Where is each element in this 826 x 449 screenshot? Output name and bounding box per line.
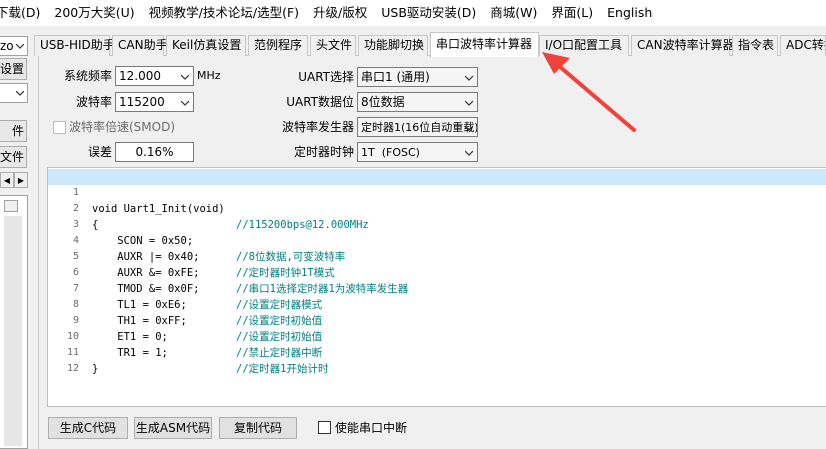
tab-can-baud-calc[interactable]: CAN波特率计算器 (631, 35, 735, 56)
code-line: 12 (48, 345, 826, 374)
baud-label: 波特率 (75, 95, 112, 109)
left-combo-2[interactable] (0, 83, 28, 103)
enable-uart-irq-checkbox[interactable] (318, 421, 331, 434)
tab-header-file[interactable]: 头文件 (310, 35, 356, 56)
uart-select-label: UART选择 (298, 70, 354, 84)
code-editor[interactable]: 1 void Uart1_Init(void) //115200bps@12.0… (47, 167, 826, 407)
chevron-down-icon (16, 44, 24, 49)
uart-bits-label: UART数据位 (286, 95, 354, 109)
annotation-arrow-icon (542, 52, 636, 132)
arrow-left-icon[interactable]: ◀ (0, 172, 14, 188)
sysfreq-unit: MHz (197, 69, 221, 82)
tab-usb-hid[interactable]: USB-HID助手 (34, 35, 115, 56)
menu-prize[interactable]: 200万大奖(U) (47, 0, 141, 26)
left-list-area (4, 216, 22, 446)
code-line: 6 TMOD &= 0x0F; //设置定时器模式 (48, 249, 826, 311)
left-scroll-arrows: ◀ ▶ (0, 172, 28, 188)
code-line: 10 TR1 = 1; //定时器1开始计时 (48, 313, 826, 375)
chevron-down-icon (181, 74, 189, 80)
menu-bar: 下载(D) 200万大奖(U) 视频教学/技术论坛/选型(F) 升级/版权 US… (0, 0, 826, 26)
baud-gen-combo[interactable]: 定时器1(16位自动重载) (357, 117, 478, 137)
left-combo-text: zo (0, 39, 14, 53)
timer-clock-combo[interactable]: 1T (FOSC) (357, 142, 478, 162)
uart-select-combo[interactable]: 串口1 (通用) (357, 67, 478, 87)
baud-combo[interactable]: 115200 (115, 92, 194, 112)
code-line: 1 void Uart1_Init(void) //115200bps@12.0… (48, 169, 826, 231)
uart-bits-value: 8位数据 (361, 95, 405, 109)
left-file-button[interactable]: 件 (0, 120, 27, 142)
arrow-right-icon[interactable]: ▶ (14, 172, 28, 188)
code-line: 9 ET1 = 0; //禁止定时器中断 (48, 297, 826, 359)
sysfreq-label: 系统频率 (63, 69, 112, 83)
code-line: 2 { (48, 185, 826, 231)
generate-asm-button[interactable]: 生成ASM代码 (134, 417, 212, 439)
timer-clock-label: 定时器时钟 (293, 145, 354, 159)
copy-code-button[interactable]: 复制代码 (219, 417, 297, 439)
tab-instruction-set[interactable]: 指令表 (732, 35, 778, 56)
sysfreq-combo[interactable]: 12.000 (115, 66, 194, 86)
code-line: 7 TL1 = 0xE6; //设置定时初始值 (48, 265, 826, 327)
enable-uart-irq-label: 使能串口中断 (335, 421, 408, 435)
tab-keil-sim[interactable]: Keil仿真设置 (166, 35, 246, 56)
error-field: 0.16% (115, 142, 194, 162)
menu-mall[interactable]: 商城(W) (483, 0, 544, 26)
left-combo[interactable]: zo (0, 36, 28, 56)
uart-bits-combo[interactable]: 8位数据 (357, 92, 478, 112)
menu-interface[interactable]: 界面(L) (544, 0, 600, 26)
left-settings-button[interactable]: 设置 (0, 58, 27, 80)
tab-bar: USB-HID助手 CAN助手 Keil仿真设置 范例程序 头文件 功能脚切换 … (34, 32, 826, 57)
code-line: 4 AUXR |= 0x40; //定时器时钟1T模式 (48, 217, 826, 279)
baud-value: 115200 (119, 95, 165, 109)
tab-examples[interactable]: 范例程序 (248, 35, 308, 56)
left-file-button-2[interactable]: 文件 (0, 146, 27, 168)
uart-select-value: 串口1 (通用) (361, 70, 430, 84)
generate-c-button[interactable]: 生成C代码 (48, 417, 128, 439)
line-number: 12 (66, 363, 79, 374)
code-line: 3 SCON = 0x50; //8位数据,可变波特率 (48, 201, 826, 263)
baud-gen-value: 定时器1(16位自动重载) (361, 121, 478, 134)
baud-gen-label: 波特率发生器 (281, 120, 354, 134)
error-label: 误差 (87, 145, 112, 159)
code-text: } (92, 363, 99, 375)
menu-upgrade[interactable]: 升级/版权 (306, 0, 374, 26)
tab-can-helper[interactable]: CAN助手 (112, 35, 168, 56)
chevron-down-icon (465, 125, 473, 131)
menu-usb-driver[interactable]: USB驱动安装(D) (374, 0, 483, 26)
left-panel: zo 设置 件 文件 ◀ ▶ (0, 32, 30, 449)
chevron-down-icon (181, 100, 189, 106)
chevron-down-icon (465, 100, 473, 106)
smod-checkbox[interactable] (53, 121, 66, 134)
chevron-down-icon (465, 75, 473, 81)
code-line: 8 TH1 = 0xFF; //设置定时初始值 (48, 281, 826, 343)
code-line: 5 AUXR &= 0xFE; //串口1选择定时器1为波特率发生器 (48, 233, 826, 295)
chevron-down-icon (16, 91, 24, 96)
menu-english[interactable]: English (600, 0, 659, 26)
menu-download[interactable]: 下载(D) (0, 0, 47, 26)
code-line: 11 } (48, 329, 826, 375)
tab-pin-switch[interactable]: 功能脚切换 (358, 35, 428, 56)
menu-video-forum[interactable]: 视频教学/技术论坛/选型(F) (142, 0, 306, 26)
tab-uart-baud-calc[interactable]: 串口波特率计算器 (430, 32, 539, 57)
chevron-down-icon (465, 150, 473, 156)
left-list-checkbox[interactable] (4, 200, 18, 212)
sysfreq-value: 12.000 (119, 69, 161, 83)
timer-clock-value: 1T (FOSC) (361, 146, 420, 159)
tab-adc[interactable]: ADC转换 (780, 35, 826, 56)
smod-label: 波特率倍速(SMOD) (69, 120, 176, 134)
left-list[interactable] (0, 195, 28, 449)
code-comment: //定时器1开始计时 (236, 363, 329, 375)
